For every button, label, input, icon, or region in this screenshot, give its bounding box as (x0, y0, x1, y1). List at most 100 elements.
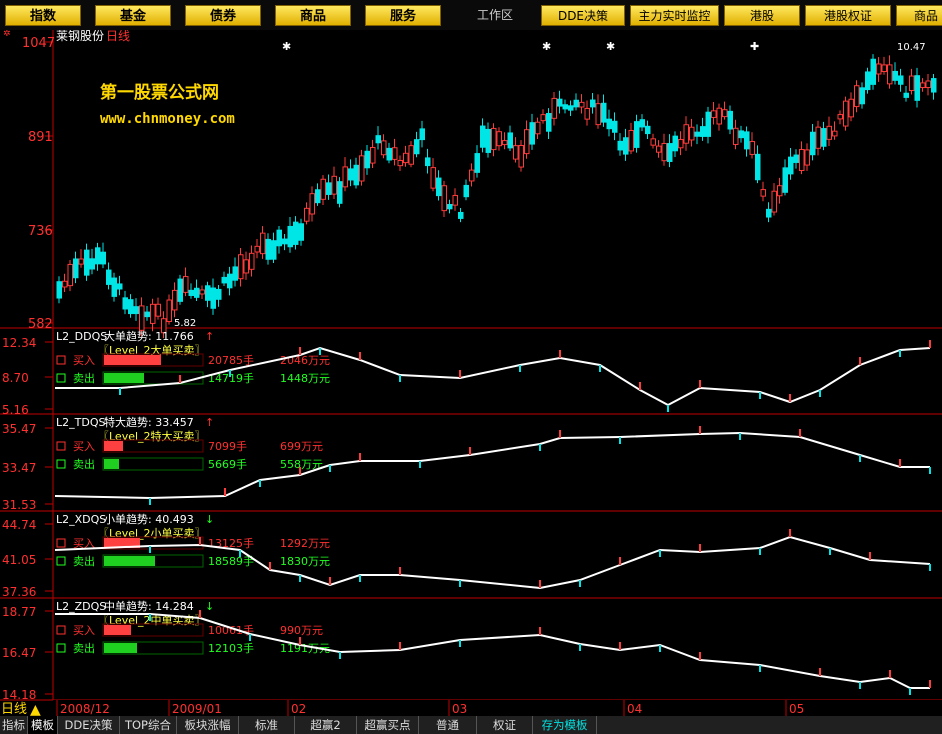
tab-standard[interactable]: 标准 (239, 716, 295, 734)
candle-body (133, 306, 139, 315)
candle-body (843, 100, 849, 127)
buy-bar (104, 355, 161, 365)
panel-trend-arrow: ↑ (205, 416, 214, 429)
candle-body (210, 287, 216, 309)
tab-top[interactable]: TOP综合 (120, 716, 177, 734)
toolbar-index-button[interactable]: 指数 (5, 5, 81, 26)
sell-checkbox[interactable] (56, 556, 66, 566)
toolbar-commodity-button[interactable]: 商品 (275, 5, 351, 26)
toolbar-dde-button[interactable]: DDE决策 (541, 5, 625, 26)
panel-y-tick: 12.34 (2, 336, 36, 350)
candle-body (535, 121, 541, 135)
toolbar-fund-button[interactable]: 基金 (95, 5, 171, 26)
period-label: 日线 (106, 30, 130, 43)
low-price-label: 5.82 (174, 318, 196, 329)
toolbar-monitor-button[interactable]: 主力实时监控 (630, 5, 719, 26)
candle-body (194, 287, 200, 298)
candle-body (227, 273, 233, 289)
buy-bar (104, 625, 131, 635)
candle-body (496, 131, 502, 147)
candle-body (595, 103, 601, 126)
candle-body (419, 128, 425, 141)
bottom-tabbar: 指标 模板 DDE决策 TOP综合 板块涨幅 标准 超赢2 超赢买点 普通 权证… (0, 716, 942, 734)
toolbar-service-button[interactable]: 服务 (365, 5, 441, 26)
panel-trend-value: 大单趋势: 11.766 (104, 329, 194, 343)
candle-body (623, 137, 629, 155)
candle-body (84, 249, 90, 276)
sell-checkbox[interactable] (56, 459, 66, 469)
buy-hands: 10061手 (208, 623, 254, 637)
buy-checkbox[interactable] (56, 441, 66, 451)
candle-body (678, 139, 684, 149)
sell-checkbox[interactable] (56, 643, 66, 653)
tab-warrant[interactable]: 权证 (477, 716, 533, 734)
candle-body (199, 289, 205, 295)
candle-body (628, 129, 634, 152)
toolbar-hkwarrant-button[interactable]: 港股权证 (805, 5, 891, 26)
settings-icon[interactable]: ✲ (3, 30, 11, 39)
tab-dde[interactable]: DDE决策 (58, 716, 120, 734)
candle-body (408, 145, 414, 165)
candle-body (870, 58, 876, 85)
candle-body (381, 140, 387, 156)
candle-body (733, 127, 739, 145)
buy-checkbox[interactable] (56, 625, 66, 635)
candle-body (172, 289, 178, 311)
buy-hands: 20785手 (208, 353, 254, 367)
tab-chaoying-buy[interactable]: 超赢买点 (357, 716, 419, 734)
panel-y-tick: 14.18 (2, 688, 36, 702)
tab-sector[interactable]: 板块涨幅 (177, 716, 239, 734)
sell-checkbox[interactable] (56, 373, 66, 383)
tab-indicator[interactable]: 指标 (0, 716, 28, 734)
buy-checkbox[interactable] (56, 538, 66, 548)
buy-checkbox[interactable] (56, 355, 66, 365)
candle-body (177, 278, 183, 302)
candle-body (430, 167, 436, 189)
candle-body (513, 145, 519, 160)
candle-body (436, 177, 442, 197)
candle-body (887, 64, 893, 85)
candle-body (689, 126, 695, 141)
candle-body (716, 107, 722, 125)
candle-body (403, 152, 409, 164)
candle-body (854, 85, 860, 108)
candle-body (166, 299, 172, 322)
candle-body (331, 175, 337, 195)
toolbar-hkstock-button[interactable]: 港股 (724, 5, 800, 26)
candle-body (865, 71, 871, 91)
candle-body (485, 128, 491, 153)
buy-label: 买入 (73, 624, 95, 637)
candle-body (590, 99, 596, 108)
candle-body (859, 87, 865, 105)
candle-body (744, 131, 750, 150)
candle-body (106, 269, 112, 285)
toolbar-commodity2-button[interactable]: 商品 (896, 5, 942, 26)
candle-body (320, 178, 326, 200)
candle-body (815, 126, 821, 149)
tab-normal[interactable]: 普通 (419, 716, 477, 734)
candle-body (782, 167, 788, 193)
candle-body (392, 147, 398, 160)
candle-body (298, 223, 304, 241)
stock-chart[interactable]: ✲ 1047 891 736 582 莱钢股份 日线 第一股票公式网 www.c… (0, 30, 942, 716)
candle-body (881, 64, 887, 73)
tab-template[interactable]: 模板 (28, 716, 58, 734)
panel-y-tick: 8.70 (2, 371, 29, 385)
tab-save-template[interactable]: 存为模板 (533, 716, 597, 734)
tab-chaoying2[interactable]: 超赢2 (295, 716, 357, 734)
candle-body (265, 238, 271, 260)
sell-bar (104, 556, 155, 566)
panel-y-tick: 41.05 (2, 553, 36, 567)
candle-body (463, 184, 469, 198)
candle-body (848, 98, 854, 118)
panel-y-tick: 33.47 (2, 461, 36, 475)
toolbar-bond-button[interactable]: 债券 (185, 5, 261, 26)
indicator-panel-l2_ddqs: 12.34 8.70 5.16 L2_DDQS大单趋势: 11.766 ↑〖Level_… (2, 329, 330, 417)
candle-body (370, 146, 376, 164)
candle-body (777, 185, 783, 197)
sell-amount: 1448万元 (280, 372, 330, 385)
candle-body (122, 297, 128, 310)
timeline-triangle-icon[interactable]: ▲ (30, 702, 41, 716)
candle-body (205, 285, 211, 301)
panel-y-tick: 37.36 (2, 585, 36, 599)
